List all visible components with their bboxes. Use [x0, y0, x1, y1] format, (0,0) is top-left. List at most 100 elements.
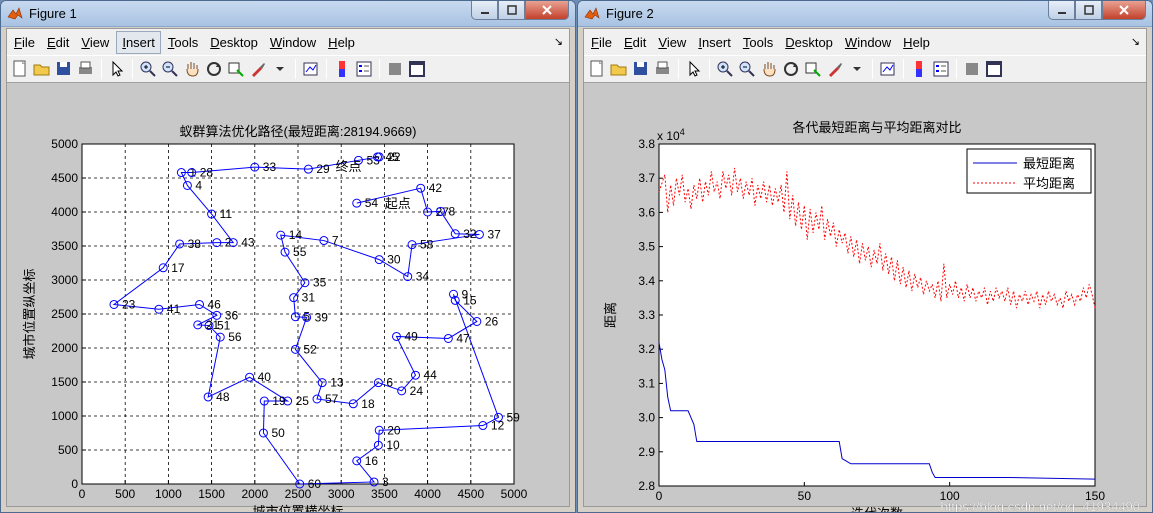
end-label: 终点	[335, 159, 361, 174]
rotate-3d-button[interactable]	[203, 58, 225, 80]
window-title: Figure 2	[606, 6, 654, 21]
hide-plot-tools-button[interactable]	[961, 58, 983, 80]
menu-help[interactable]: Help	[898, 32, 935, 53]
new-figure-button[interactable]	[9, 58, 31, 80]
toolbar-separator	[295, 59, 296, 79]
menu-edit[interactable]: Edit	[619, 32, 651, 53]
dock-arrow-icon[interactable]: ↘	[1131, 35, 1140, 48]
city-label: 26	[485, 314, 499, 328]
y-tick-label: 3.8	[638, 137, 655, 151]
menu-edit[interactable]: Edit	[42, 32, 74, 53]
menu-tools[interactable]: Tools	[163, 32, 203, 53]
city-label: 34	[416, 270, 430, 284]
pointer-button[interactable]	[683, 58, 705, 80]
maximize-button[interactable]	[498, 1, 525, 20]
menu-window[interactable]: Window	[265, 32, 321, 53]
zoom-out-button[interactable]	[159, 58, 181, 80]
dock-arrow-icon[interactable]: ↘	[554, 35, 563, 48]
link-plot-button[interactable]	[300, 58, 322, 80]
menu-file[interactable]: File	[586, 32, 617, 53]
figure-2-window: Figure 2 File Edit View Insert Tools Desktop W…	[577, 0, 1153, 513]
colorbar-button[interactable]	[908, 58, 930, 80]
open-file-button[interactable]	[608, 58, 630, 80]
city-label: 49	[404, 329, 418, 343]
dropdown-arrow-icon	[853, 67, 861, 71]
minimize-button[interactable]	[471, 1, 498, 20]
brush-button[interactable]	[247, 58, 269, 80]
minimize-button[interactable]	[1048, 1, 1075, 20]
link-plot-button[interactable]	[877, 58, 899, 80]
show-plot-tools-button[interactable]	[406, 58, 428, 80]
close-button[interactable]	[1102, 1, 1146, 20]
save-button[interactable]	[630, 58, 652, 80]
menu-file[interactable]: File	[9, 32, 40, 53]
zoom-in-icon	[140, 61, 156, 77]
menu-mnemonic: F	[14, 34, 22, 50]
menu-window[interactable]: Window	[840, 32, 896, 53]
save-button[interactable]	[53, 58, 75, 80]
y-axis-label: 距离	[603, 302, 618, 328]
menu-tools[interactable]: Tools	[738, 32, 778, 53]
city-label: 47	[456, 331, 470, 345]
y-tick-label: 2000	[51, 341, 78, 355]
start-label: 起点	[385, 196, 411, 211]
print-button[interactable]	[652, 58, 674, 80]
city-label: 11	[220, 207, 233, 221]
menu-view[interactable]: View	[653, 32, 691, 53]
legend-button[interactable]	[353, 58, 375, 80]
show-plot-tools-button[interactable]	[983, 58, 1005, 80]
hide-plot-tools-button[interactable]	[384, 58, 406, 80]
new-figure-button[interactable]	[586, 58, 608, 80]
zoom-out-button[interactable]	[736, 58, 758, 80]
toolbar-separator	[101, 59, 102, 79]
menu-help[interactable]: Help	[323, 32, 360, 53]
zoom-in-button[interactable]	[714, 58, 736, 80]
brush-button[interactable]	[824, 58, 846, 80]
menu-label-rest: dit	[55, 34, 70, 50]
zoom-in-button[interactable]	[137, 58, 159, 80]
city-label: 23	[122, 297, 136, 311]
new-figure-icon	[590, 60, 603, 77]
city-label: 24	[410, 384, 424, 398]
close-button[interactable]	[525, 1, 569, 20]
rotate-3d-button[interactable]	[780, 58, 802, 80]
dropdown-arrow-button[interactable]	[846, 58, 868, 80]
menu-view[interactable]: View	[76, 32, 114, 53]
pan-hand-button[interactable]	[181, 58, 203, 80]
menu-desktop[interactable]: Desktop	[780, 32, 838, 53]
menu-label-rest: elp	[912, 34, 930, 50]
colorbar-icon	[916, 61, 922, 77]
pointer-icon	[689, 60, 701, 77]
legend-button[interactable]	[930, 58, 952, 80]
data-cursor-button[interactable]	[802, 58, 824, 80]
menu-insert[interactable]: Insert	[116, 30, 161, 54]
menu-mnemonic: E	[46, 34, 56, 50]
colorbar-button[interactable]	[331, 58, 353, 80]
city-label: 20	[387, 423, 401, 437]
distance-chart: 0 50 100 1502.82.93.03.13.23.33.43.53.63.73…	[603, 120, 1140, 512]
menu-desktop[interactable]: Desktop	[205, 32, 263, 53]
toolbar-separator	[956, 59, 957, 79]
maximize-button[interactable]	[1075, 1, 1102, 20]
city-label: 52	[303, 342, 317, 356]
title-bar[interactable]: Figure 1	[1, 1, 575, 27]
title-bar[interactable]: Figure 2	[578, 1, 1152, 27]
print-button[interactable]	[75, 58, 97, 80]
x-tick-label: 5000	[501, 487, 528, 501]
chart-title: 各代最短距离与平均距离对比	[792, 120, 961, 135]
dropdown-arrow-button[interactable]	[269, 58, 291, 80]
city-label: 29	[316, 162, 330, 176]
legend-icon	[933, 61, 949, 77]
toolbar-separator	[678, 59, 679, 79]
city-label: 37	[487, 227, 501, 241]
figure-canvas: 0 500 1000 1500 2000 2500 3000 3500 4000 4500 5000…	[7, 84, 569, 512]
axes-background[interactable]	[658, 143, 1096, 487]
open-file-button[interactable]	[31, 58, 53, 80]
pointer-button[interactable]	[106, 58, 128, 80]
pan-hand-button[interactable]	[758, 58, 780, 80]
data-cursor-button[interactable]	[225, 58, 247, 80]
y-tick-label: 3000	[51, 273, 78, 287]
menu-label-rest: esktop	[219, 34, 258, 50]
city-label: 42	[429, 181, 443, 195]
menu-insert[interactable]: Insert	[693, 32, 736, 53]
